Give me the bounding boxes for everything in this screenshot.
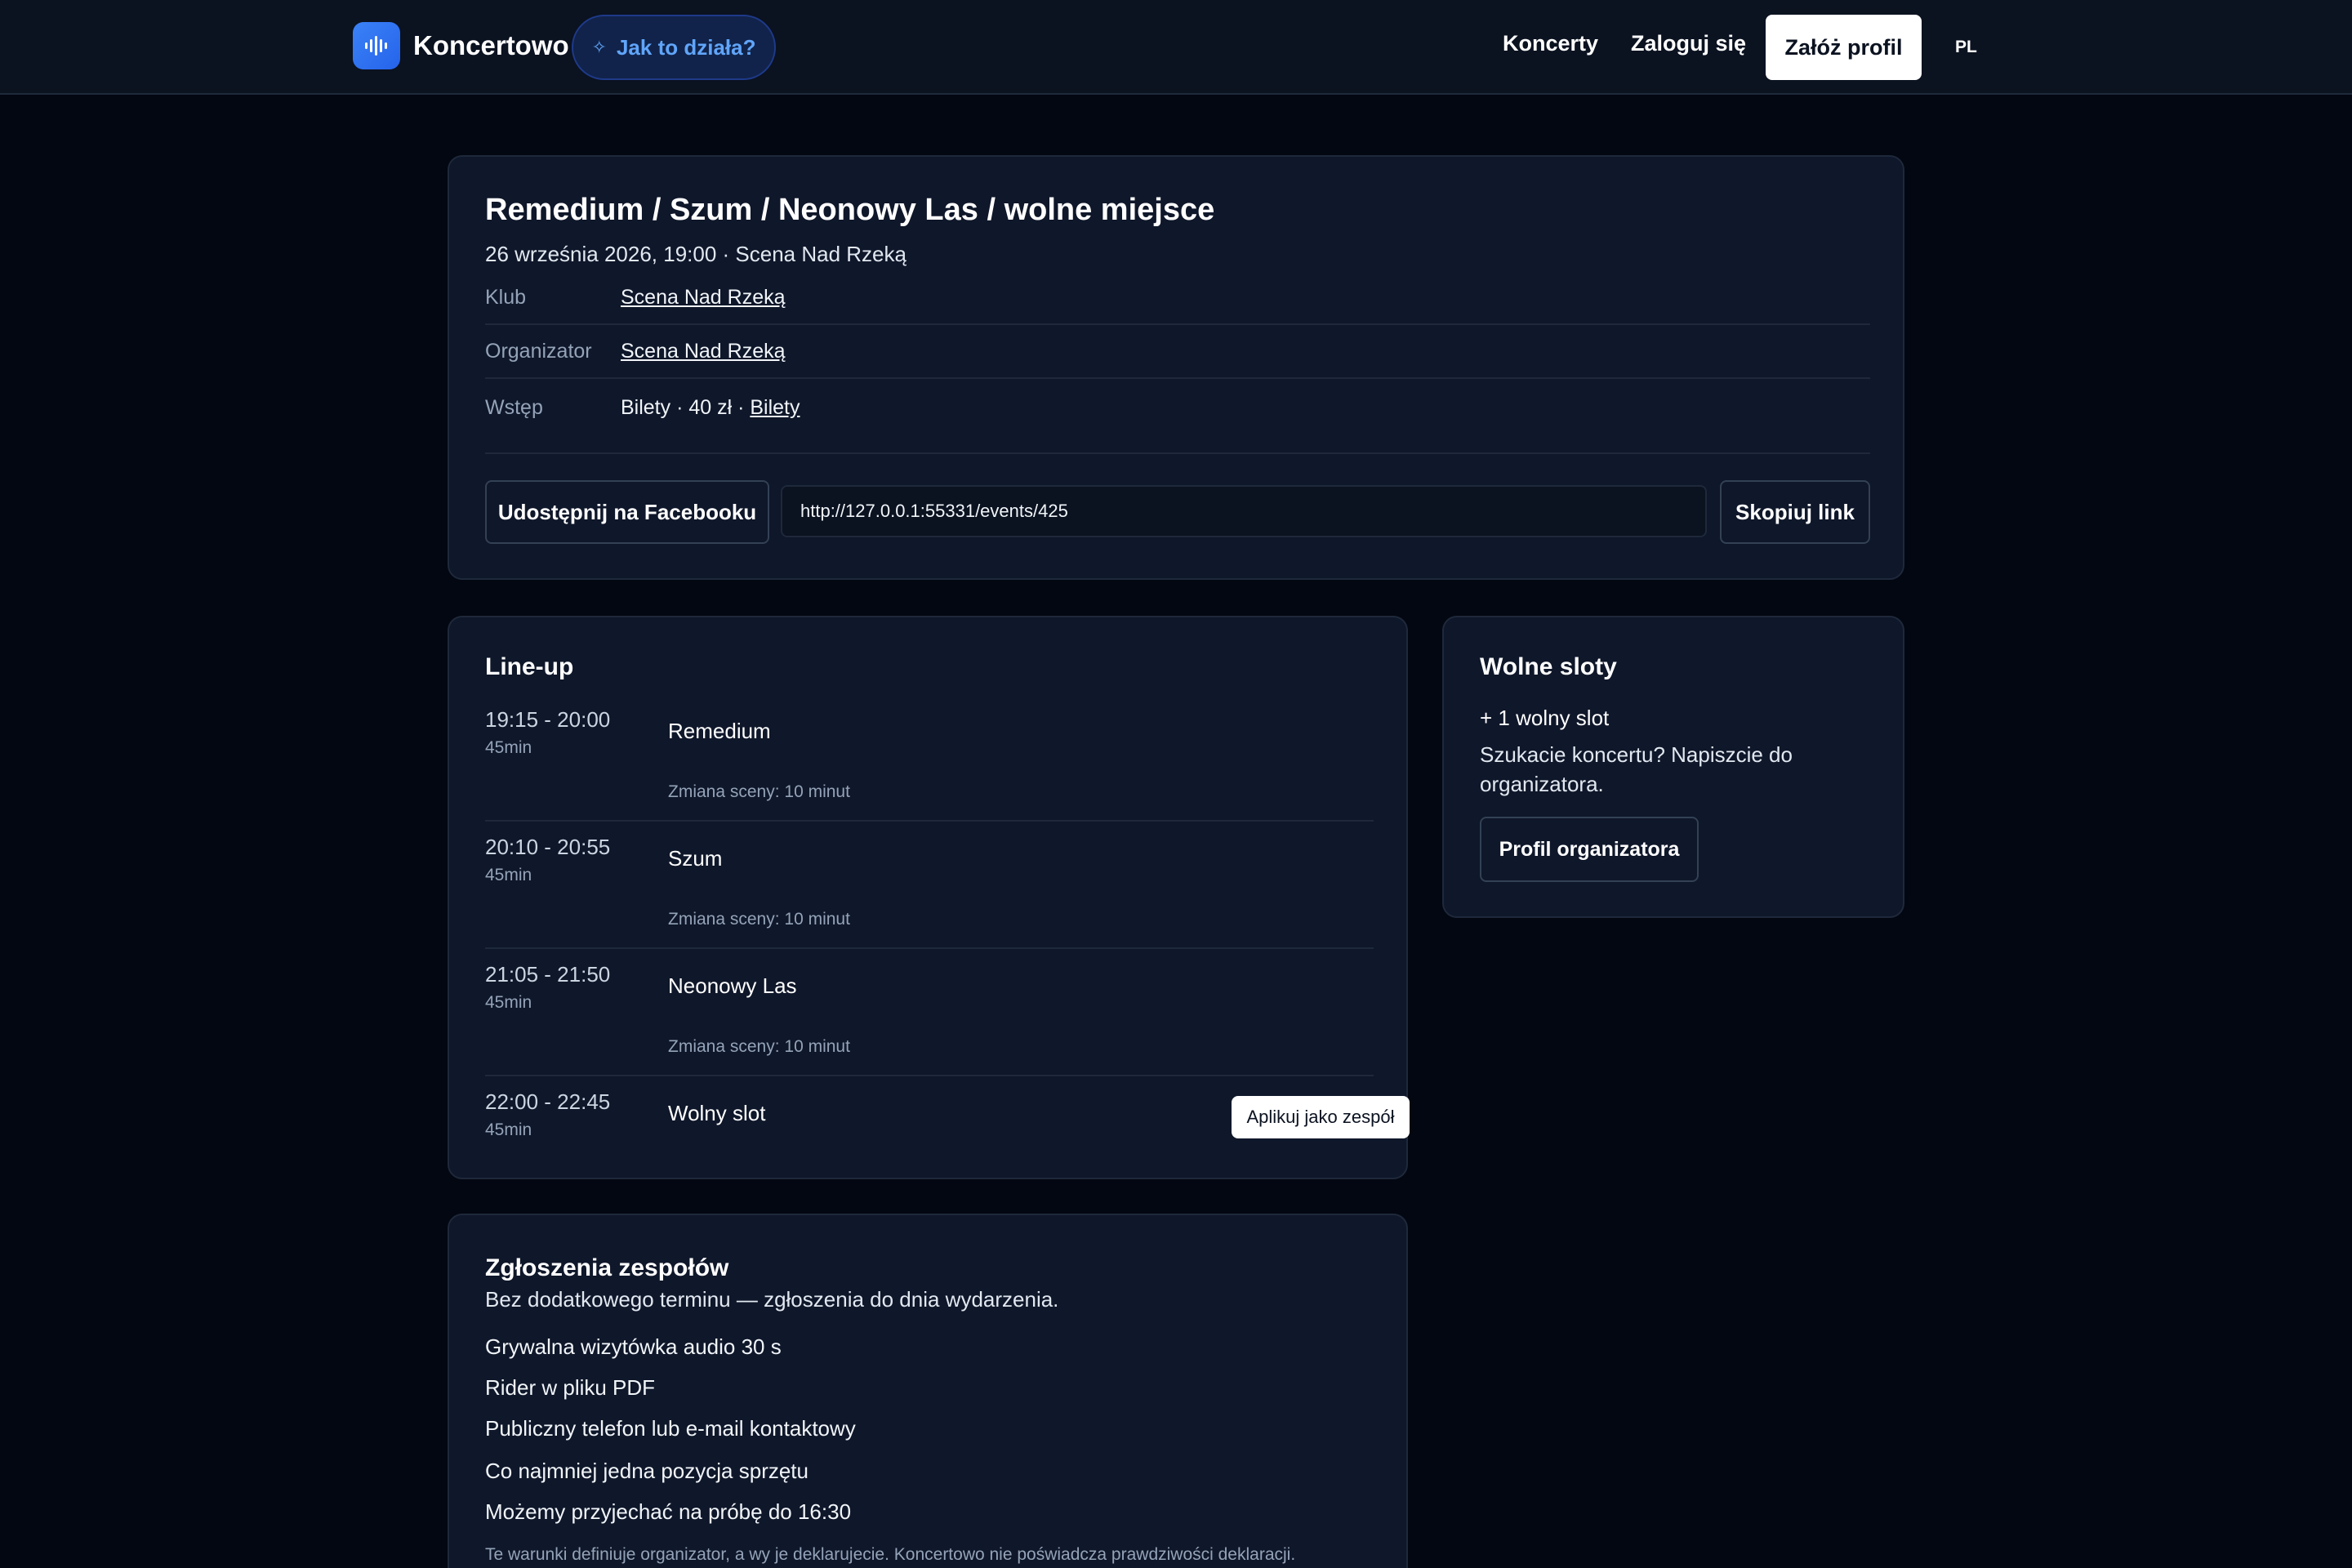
slot-duration: 45min [485,1120,532,1139]
organizer-link[interactable]: Scena Nad Rzeką [621,340,786,363]
slot-time: 22:00 - 22:45 [485,1089,611,1114]
info-row-club: Klub Scena Nad Rzeką [485,271,1870,325]
slot-divider [485,947,1374,949]
requirement-item: Możemy przyjechać na próbę do 16:30 [485,1499,852,1524]
lineup-slot: 21:05 - 21:50 45min Neonowy Las Zmiana s… [485,962,1374,1085]
info-row-entry: Wstęp Bilety · 40 zł · Bilety [485,381,1870,434]
event-details-card: Remedium / Szum / Neonowy Las / wolne mi… [448,155,1904,580]
copy-link-button[interactable]: Skopiuj link [1720,480,1870,544]
info-row-organizer: Organizator Scena Nad Rzeką [485,325,1870,379]
slot-changeover: Zmiana sceny: 10 minut [668,1037,850,1056]
brand-link[interactable]: Koncertowo [353,22,569,69]
sparkle-icon: ✧ [591,37,607,57]
free-slots-text: Szukacie koncertu? Napiszcie do organiza… [1480,742,1793,796]
applications-disclaimer: Te warunki definiuje organizator, a wy j… [485,1545,1296,1564]
share-url-input[interactable] [781,485,1707,537]
organizer-label: Organizator [485,339,592,363]
entry-label: Wstęp [485,395,543,419]
free-slot-count: + 1 wolny slot [1480,706,1610,730]
free-slots-card: Wolne sloty + 1 wolny slot Szukacie konc… [1442,616,1904,918]
nav-concerts-link[interactable]: Koncerty [1503,31,1598,56]
slot-band: Szum [668,846,723,871]
event-title: Remedium / Szum / Neonowy Las / wolne mi… [485,193,1215,227]
slot-band: Neonowy Las [668,973,797,998]
requirement-item: Rider w pliku PDF [485,1375,656,1400]
slot-divider [485,1075,1374,1076]
slot-band: Wolny slot [668,1101,766,1125]
apply-as-band-button[interactable]: Aplikuj jako zespół [1232,1096,1410,1138]
lineup-slot: 19:15 - 20:00 45min Remedium Zmiana scen… [485,707,1374,830]
top-navbar: Koncertowo ✧ Jak to działa? Koncerty Zal… [0,0,2352,95]
slot-duration: 45min [485,738,532,757]
slot-time: 19:15 - 20:00 [485,707,611,732]
requirement-item: Publiczny telefon lub e-mail kontaktowy [485,1416,856,1441]
slot-time: 21:05 - 21:50 [485,962,611,987]
tickets-link[interactable]: Bilety [750,396,800,419]
slot-duration: 45min [485,866,532,884]
requirement-item: Co najmniej jedna pozycja sprzętu [485,1459,808,1483]
organizer-profile-button[interactable]: Profil organizatora [1480,817,1699,882]
club-label: Klub [485,285,527,309]
entry-price: Bilety · 40 zł · [621,395,751,419]
divider [485,452,1870,454]
how-it-works-button[interactable]: ✧ Jak to działa? [572,15,776,80]
lineup-slot-free: 22:00 - 22:45 45min Wolny slot Aplikuj j… [485,1089,1410,1155]
brand-name: Koncertowo [413,30,569,60]
free-slots-title: Wolne sloty [1480,653,1617,680]
slot-changeover: Zmiana sceny: 10 minut [668,910,850,929]
lineup-slot: 20:10 - 20:55 45min Szum Zmiana sceny: 1… [485,835,1374,957]
language-switcher[interactable]: PL [1955,38,1977,57]
soundwave-logo-icon [353,22,400,69]
lineup-title: Line-up [485,653,574,680]
share-facebook-button[interactable]: Udostępnij na Facebooku [485,480,769,544]
applications-title: Zgłoszenia zespołów [485,1254,729,1281]
event-date-venue: 26 września 2026, 19:00 · Scena Nad Rzek… [485,242,906,266]
slot-time: 20:10 - 20:55 [485,835,611,859]
slot-band: Remedium [668,719,771,743]
lineup-card: Line-up 19:15 - 20:00 45min Remedium Zmi… [448,616,1410,1179]
nav-login-link[interactable]: Zaloguj się [1631,31,1746,56]
slot-duration: 45min [485,993,532,1012]
club-link[interactable]: Scena Nad Rzeką [621,286,786,309]
band-applications-card: Zgłoszenia zespołów Bez dodatkowego term… [448,1214,1408,1568]
slot-divider [485,820,1374,822]
how-it-works-label: Jak to działa? [616,34,756,60]
applications-deadline: Bez dodatkowego terminu — zgłoszenia do … [485,1287,1059,1312]
create-profile-button[interactable]: Załóż profil [1766,15,1922,80]
requirement-item: Grywalna wizytówka audio 30 s [485,1334,782,1359]
slot-changeover: Zmiana sceny: 10 minut [668,782,850,801]
